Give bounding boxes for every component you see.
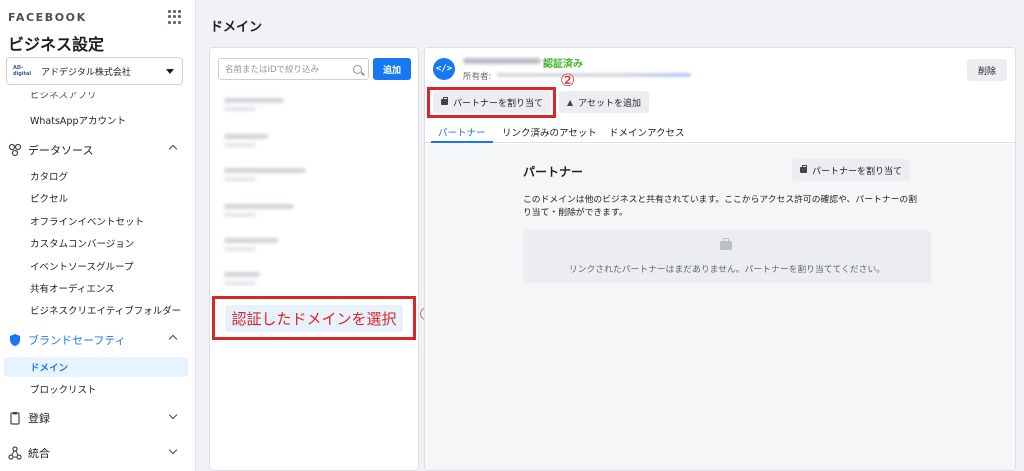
chevron-down-icon — [168, 410, 178, 420]
sidebar-item-whatsapp[interactable]: WhatsAppアカウント — [0, 110, 195, 130]
integrations-icon — [8, 446, 22, 460]
list-item[interactable] — [224, 272, 404, 290]
sidebar-section-registrations[interactable]: 登録 — [0, 408, 195, 428]
sidebar-section-brand-safety[interactable]: ブランドセーフティ — [0, 330, 195, 350]
annotation-select-domain-text: 認証したドメインを選択 — [225, 304, 403, 332]
status-badge: 認証済み — [543, 59, 583, 70]
sidebar-item-domains[interactable]: ドメイン — [4, 357, 188, 377]
list-item[interactable] — [224, 238, 404, 256]
sidebar-section-label: 統合 — [28, 447, 50, 460]
chevron-down-icon — [168, 445, 178, 455]
list-item[interactable] — [224, 204, 404, 222]
page-app-title: ビジネス設定 — [8, 35, 105, 54]
page-title: ドメイン — [210, 20, 263, 35]
selected-domain-annotation[interactable]: 認証したドメインを選択 — [212, 296, 416, 340]
empty-state-text: リンクされたパートナーはまだありません。パートナーを割り当ててください。 — [568, 265, 886, 275]
clipboard-icon — [8, 411, 22, 425]
section-assign-partner-button[interactable]: パートナーを割り当て — [792, 159, 911, 181]
business-logo: AD-digital — [13, 65, 32, 77]
chevron-up-icon — [168, 144, 178, 154]
sidebar-item-block-lists[interactable]: ブロックリスト — [0, 379, 195, 399]
shapes-icon: ▲ — [567, 97, 574, 107]
sidebar-item-creative-folders[interactable]: ビジネスクリエイティブフォルダー — [0, 300, 195, 320]
active-tab-indicator — [431, 141, 493, 143]
apps-grid-icon[interactable] — [168, 10, 182, 24]
assign-partner-highlight — [427, 87, 556, 118]
sidebar-item-custom-conversions[interactable]: カスタムコンバージョン — [0, 233, 195, 253]
chevron-down-icon — [166, 68, 174, 74]
delete-button[interactable]: 削除 — [967, 59, 1007, 81]
domain-name-redacted — [463, 58, 541, 64]
sidebar-item-shared-audiences[interactable]: 共有オーディエンス — [0, 278, 195, 298]
facebook-brand: FACEBOOK — [8, 11, 87, 24]
shield-icon — [8, 333, 22, 347]
sidebar-item-business-apps[interactable]: ビジネスアプリ — [0, 92, 195, 101]
sidebar-item-offline-events[interactable]: オフラインイベントセット — [0, 211, 195, 231]
domain-list-panel: 名前またはIDで絞り込み 追加 — [209, 47, 419, 471]
detail-tabs: パートナー リンク済みのアセット ドメインアクセス — [425, 121, 1015, 143]
owner-redacted — [497, 73, 691, 77]
sidebar-section-integrations[interactable]: 統合 — [0, 443, 195, 463]
partners-content — [425, 144, 1015, 470]
section-description: このドメインは他のビジネスと共有されています。ここからアクセス許可の確認や、パー… — [523, 195, 918, 218]
sidebar-section-data-sources[interactable]: データソース — [0, 140, 195, 160]
tab-partners[interactable]: パートナー — [438, 125, 486, 139]
sidebar-section-label: 登録 — [28, 412, 50, 425]
sidebar-section-label: データソース — [28, 144, 94, 157]
sidebar-item-event-source-groups[interactable]: イベントソースグループ — [0, 256, 195, 276]
sidebar-section-label: ブランドセーフティ — [28, 334, 126, 347]
business-name: アドデジタル株式会社 — [41, 67, 131, 78]
list-item[interactable] — [224, 98, 404, 116]
list-item[interactable] — [224, 134, 404, 152]
sidebar-item-catalog[interactable]: カタログ — [0, 166, 195, 186]
empty-state: リンクされたパートナーはまだありません。パートナーを割り当ててください。 — [523, 230, 931, 283]
section-title: パートナー — [523, 165, 584, 179]
search-placeholder: 名前またはIDで絞り込み — [225, 65, 320, 75]
owner-label: 所有者: — [463, 72, 492, 82]
annotation-number-2: ② — [560, 71, 576, 91]
code-icon: </> — [433, 58, 455, 80]
search-input[interactable]: 名前またはIDで絞り込み — [218, 58, 369, 80]
tab-domain-access[interactable]: ドメインアクセス — [609, 125, 685, 139]
tab-linked-assets[interactable]: リンク済みのアセット — [502, 125, 597, 139]
list-item[interactable] — [224, 168, 404, 186]
add-domain-button[interactable]: 追加 — [373, 58, 411, 80]
add-asset-button[interactable]: ▲ アセットを追加 — [559, 91, 649, 113]
add-asset-label: アセットを追加 — [578, 98, 641, 109]
sidebar-item-pixel[interactable]: ピクセル — [0, 188, 195, 208]
briefcase-icon — [720, 238, 732, 250]
data-sources-icon — [8, 143, 22, 157]
business-account-selector[interactable]: AD-digital アドデジタル株式会社 — [6, 57, 183, 85]
briefcase-icon — [800, 165, 807, 173]
chevron-up-icon — [168, 334, 178, 344]
section-assign-partner-label: パートナーを割り当て — [812, 166, 903, 177]
search-icon — [353, 64, 362, 74]
sidebar: FACEBOOK ビジネス設定 AD-digital アドデジタル株式会社 ビジ… — [0, 0, 196, 471]
